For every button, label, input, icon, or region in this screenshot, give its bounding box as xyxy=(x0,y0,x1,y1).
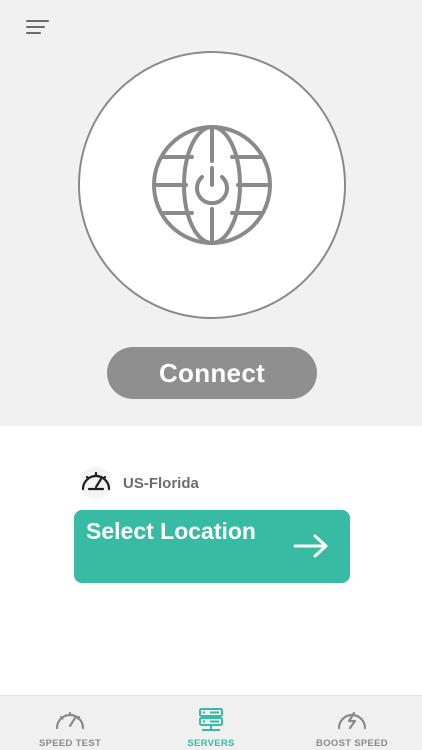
arrow-right-icon xyxy=(293,534,328,558)
connect-button[interactable]: Connect xyxy=(107,347,317,399)
tab-boost-speed[interactable]: BOOST SPEED xyxy=(282,696,422,750)
server-icon xyxy=(199,708,223,731)
select-location-button[interactable]: Select Location xyxy=(74,510,350,583)
tab-servers-label: SERVERS xyxy=(187,738,235,749)
current-location-label: US-Florida xyxy=(123,474,199,492)
menu-icon xyxy=(26,20,49,34)
speedometer-icon xyxy=(78,466,114,500)
tab-speed-test[interactable]: SPEED TEST xyxy=(0,696,140,750)
gauge-icon xyxy=(55,711,85,730)
select-location-label: Select Location xyxy=(86,518,256,544)
globe-power-icon xyxy=(152,125,272,245)
current-location: US-Florida xyxy=(78,466,199,500)
connect-panel: Connect xyxy=(0,0,422,426)
tab-speed-test-label: SPEED TEST xyxy=(38,738,102,749)
power-toggle-button[interactable] xyxy=(78,51,346,319)
boost-gauge-icon xyxy=(337,711,367,730)
tab-servers[interactable]: SERVERS xyxy=(141,696,281,750)
menu-button[interactable] xyxy=(24,16,52,40)
tab-boost-speed-label: BOOST SPEED xyxy=(316,738,388,749)
bottom-tab-bar: SPEED TEST SERVERS BOOST SPEED xyxy=(0,695,422,750)
